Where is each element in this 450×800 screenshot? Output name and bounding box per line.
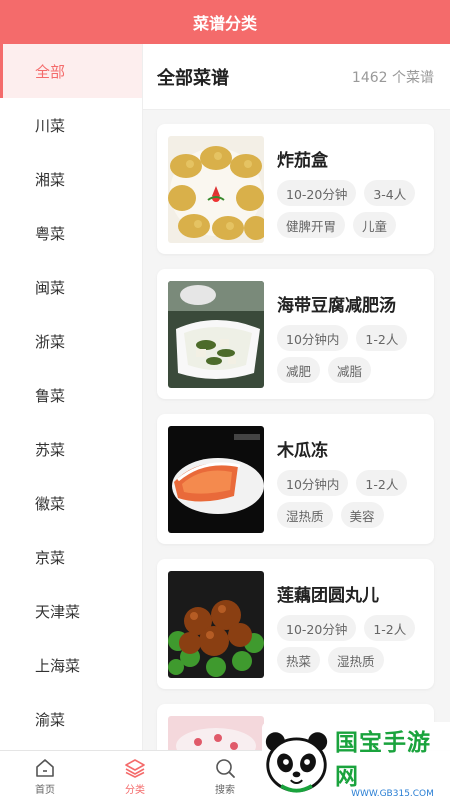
recipe-thumbnail xyxy=(168,136,264,243)
tag-effect[interactable]: 减肥 xyxy=(277,357,321,383)
sidebar-item-sichuan[interactable]: 川菜 xyxy=(0,98,142,152)
sidebar-item-beijing[interactable]: 京菜 xyxy=(0,530,142,584)
recipe-tags: 10分钟内 1-2人 减肥 减脂 xyxy=(277,325,427,383)
sidebar-item-label: 上海菜 xyxy=(35,656,81,675)
sidebar-item-hunan[interactable]: 湘菜 xyxy=(0,152,142,206)
recipe-name: 木瓜冻 xyxy=(277,441,328,461)
search-icon xyxy=(216,759,235,778)
recipe-card[interactable]: 海带豆腐减肥汤 10分钟内 1-2人 减肥 减脂 xyxy=(157,269,434,399)
sidebar-item-label: 浙菜 xyxy=(35,332,66,351)
recipe-card[interactable]: 炸茄盒 10-20分钟 3-4人 健脾开胃 儿童 xyxy=(157,124,434,254)
tag-time[interactable]: 10分钟内 xyxy=(277,470,349,496)
tag-servings[interactable]: 1-2人 xyxy=(356,470,408,496)
recipe-card[interactable]: 莲藕团圆丸儿 10-20分钟 1-2人 热菜 湿热质 xyxy=(157,559,434,689)
tag-time[interactable]: 10分钟内 xyxy=(277,325,349,351)
tab-home[interactable]: 首页 xyxy=(0,751,90,800)
sidebar-item-label: 渝菜 xyxy=(35,710,66,729)
sidebar-item-label: 鲁菜 xyxy=(35,386,66,405)
sidebar-item-zhejiang[interactable]: 浙菜 xyxy=(0,314,142,368)
category-sidebar: 全部 川菜 湘菜 粤菜 闽菜 浙菜 鲁菜 苏菜 徽菜 京菜 天津菜 上海菜 渝菜 xyxy=(0,44,143,750)
tag-effect[interactable]: 减脂 xyxy=(328,357,372,383)
sidebar-item-shanghai[interactable]: 上海菜 xyxy=(0,638,142,692)
tag-time[interactable]: 10-20分钟 xyxy=(277,180,357,206)
layers-icon xyxy=(125,759,145,778)
tab-search[interactable]: 搜索 xyxy=(180,751,270,800)
watermark-logo: 国宝手游网 WWW.GB315.COM xyxy=(262,722,450,800)
recipe-count: 1462 个菜谱 xyxy=(351,69,434,86)
recipe-name: 莲藕团圆丸儿 xyxy=(277,586,379,606)
sidebar-item-label: 闽菜 xyxy=(35,278,66,297)
sidebar-item-fujian[interactable]: 闽菜 xyxy=(0,260,142,314)
recipe-card[interactable]: 木瓜冻 10分钟内 1-2人 湿热质 美容 xyxy=(157,414,434,544)
watermark-title: 国宝手游网 xyxy=(335,730,431,790)
tag-constitution[interactable]: 湿热质 xyxy=(328,647,384,673)
list-title: 全部菜谱 xyxy=(157,67,229,89)
tag-servings[interactable]: 1-2人 xyxy=(356,325,408,351)
recipe-thumbnail xyxy=(168,571,264,678)
panda-icon xyxy=(265,732,328,793)
tag-audience[interactable]: 儿童 xyxy=(353,212,397,238)
sidebar-item-label: 京菜 xyxy=(35,548,66,567)
sidebar-item-label: 徽菜 xyxy=(35,494,66,513)
watermark-url: WWW.GB315.COM xyxy=(351,789,434,799)
recipe-tags: 10分钟内 1-2人 湿热质 美容 xyxy=(277,470,427,528)
recipe-name: 炸茄盒 xyxy=(277,151,328,171)
recipe-name: 海带豆腐减肥汤 xyxy=(277,296,396,316)
tag-time[interactable]: 10-20分钟 xyxy=(277,615,357,641)
tag-servings[interactable]: 1-2人 xyxy=(364,615,416,641)
home-icon xyxy=(36,759,54,777)
sidebar-item-label: 苏菜 xyxy=(35,440,66,459)
sidebar-item-cantonese[interactable]: 粤菜 xyxy=(0,206,142,260)
tag-constitution[interactable]: 湿热质 xyxy=(277,502,333,528)
recipe-tags: 10-20分钟 3-4人 健脾开胃 儿童 xyxy=(277,180,427,238)
recipe-thumbnail xyxy=(168,426,264,533)
recipe-list-panel: 全部菜谱 1462 个菜谱 炸茄盒 10-20分钟 3-4人 健脾开胃 儿童 海… xyxy=(143,44,450,750)
recipe-tags: 10-20分钟 1-2人 热菜 湿热质 xyxy=(277,615,427,673)
sidebar-item-all[interactable]: 全部 xyxy=(0,44,142,98)
sidebar-item-label: 粤菜 xyxy=(35,224,66,243)
page-title: 菜谱分类 xyxy=(192,14,257,33)
tag-type[interactable]: 热菜 xyxy=(277,647,321,673)
sidebar-item-jiangsu[interactable]: 苏菜 xyxy=(0,422,142,476)
app: 菜谱分类 全部 川菜 湘菜 粤菜 闽菜 浙菜 鲁菜 苏菜 徽菜 京菜 天津菜 上… xyxy=(0,0,450,800)
sidebar-item-label: 全部 xyxy=(35,62,66,81)
sidebar-item-anhui[interactable]: 徽菜 xyxy=(0,476,142,530)
header: 菜谱分类 xyxy=(0,0,450,44)
sidebar-item-label: 天津菜 xyxy=(35,602,81,621)
tab-label: 搜索 xyxy=(215,785,235,796)
recipe-thumbnail xyxy=(168,281,264,388)
tag-effect[interactable]: 健脾开胃 xyxy=(277,212,346,238)
tag-effect[interactable]: 美容 xyxy=(340,502,384,528)
tab-category[interactable]: 分类 xyxy=(90,751,180,800)
tag-servings[interactable]: 3-4人 xyxy=(364,180,416,206)
sidebar-item-chongqing[interactable]: 渝菜 xyxy=(0,692,142,746)
list-header: 全部菜谱 1462 个菜谱 xyxy=(143,44,450,110)
sidebar-item-tianjin[interactable]: 天津菜 xyxy=(0,584,142,638)
recipe-thumbnail xyxy=(168,716,264,750)
tab-label: 分类 xyxy=(125,785,145,796)
tab-label: 首页 xyxy=(35,785,55,796)
sidebar-item-label: 川菜 xyxy=(35,116,66,135)
sidebar-item-shandong[interactable]: 鲁菜 xyxy=(0,368,142,422)
sidebar-item-label: 湘菜 xyxy=(35,170,66,189)
